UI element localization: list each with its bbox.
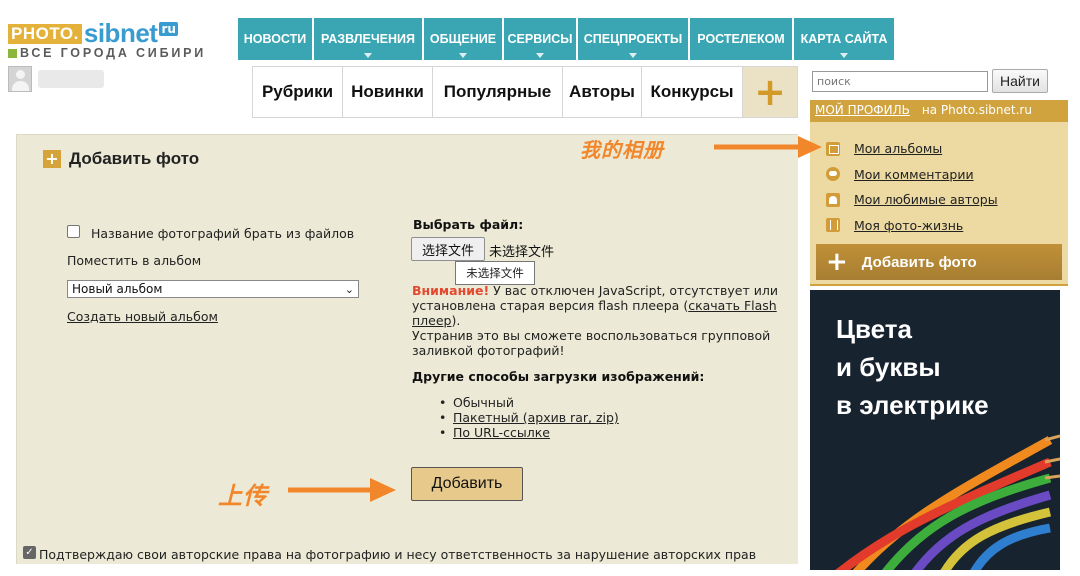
method-label: Пакетный (архив rar, zip) [453, 410, 619, 425]
filename-checkbox[interactable] [67, 225, 80, 238]
profile-item-comments[interactable]: Мои комментарии [826, 162, 998, 188]
chevron-down-icon [459, 53, 467, 58]
top-nav-item-entertainment[interactable]: РАЗВЛЕЧЕНИЯ [314, 18, 422, 60]
profile-panel: Мои альбомы Мои комментарии Мои любимые … [810, 122, 1068, 286]
profile-domain: на Photo.sibnet.ru [921, 103, 1032, 117]
add-plus-button[interactable]: + [742, 66, 798, 118]
add-photo-panel: + Добавить фото Название фотографий брат… [16, 134, 798, 564]
profile-item-label: Мои альбомы [854, 141, 943, 157]
chevron-down-icon: ⌄ [344, 283, 354, 296]
filename-checkbox-label: Название фотографий брать из файлов [91, 226, 355, 241]
choose-file-button[interactable]: 选择文件 [411, 237, 485, 261]
favorite-authors-icon [826, 192, 840, 207]
page-title-text: Добавить фото [69, 149, 200, 168]
user-torso-icon [12, 81, 29, 91]
sub-nav-item-popular[interactable]: Популярные [432, 66, 562, 118]
profile-menu: Мои альбомы Мои комментарии Мои любимые … [826, 136, 998, 238]
avatar[interactable] [8, 66, 32, 92]
file-label: Выбрать файл: [413, 217, 524, 232]
top-nav-label: РОСТЕЛЕКОМ [697, 32, 785, 46]
logo-photo-text: PHOTO. [8, 24, 82, 44]
sidebar-add-photo-label: Добавить фото [861, 253, 977, 271]
method-batch-link[interactable]: Пакетный (архив rar, zip) [439, 410, 619, 425]
sub-nav-item-rubrics[interactable]: Рубрики [252, 66, 342, 118]
album-select[interactable]: Новый альбом ⌄ [67, 280, 359, 298]
rights-checkbox[interactable]: ✓ [23, 546, 36, 559]
other-methods-title: Другие способы загрузки изображений: [412, 369, 705, 384]
method-label: По URL-ссылке [453, 425, 550, 440]
search-input[interactable] [812, 71, 988, 92]
profile-item-label: Моя фото-жизнь [854, 217, 964, 233]
upload-methods-list: Обычный Пакетный (архив rar, zip) По URL… [439, 395, 619, 440]
plus-icon: + [826, 247, 848, 277]
annotation-arrow-icon [288, 478, 396, 502]
top-nav-label: ОБЩЕНИЕ [429, 32, 497, 46]
album-select-value: Новый альбом [72, 282, 163, 296]
profile-item-favorite-authors[interactable]: Мои любимые авторы [826, 187, 998, 213]
rights-checkbox-label: Подтверждаю свои авторские права на фото… [39, 547, 757, 562]
chevron-down-icon [536, 53, 544, 58]
plus-icon: + [43, 150, 61, 168]
profile-title-link[interactable]: МОЙ ПРОФИЛЬ [815, 103, 910, 117]
top-nav: НОВОСТИ РАЗВЛЕЧЕНИЯ ОБЩЕНИЕ СЕРВИСЫ СПЕЦ… [238, 18, 896, 60]
warning-strong: Внимание! [412, 283, 490, 298]
top-nav-label: НОВОСТИ [243, 32, 307, 46]
username-redacted [38, 70, 104, 88]
top-nav-item-services[interactable]: СЕРВИСЫ [504, 18, 576, 60]
chevron-down-icon [364, 53, 372, 58]
top-nav-label: СЕРВИСЫ [507, 32, 573, 46]
site-logo[interactable]: PHOTO. sibnet ru ВСЕ ГОРОДА СИБИРИ [8, 18, 228, 62]
annotation-albums-label: 我的相册 [580, 138, 664, 162]
file-status: 未选择文件 [489, 245, 555, 260]
cable-wires-image [835, 434, 1060, 570]
profile-item-photo-life[interactable]: Моя фото-жизнь [826, 213, 998, 239]
user-head-icon [16, 70, 25, 79]
file-tooltip: 未选择文件 [455, 261, 535, 285]
top-nav-item-social[interactable]: ОБЩЕНИЕ [424, 18, 502, 60]
chevron-down-icon [840, 53, 848, 58]
page-title: + Добавить фото [43, 149, 199, 169]
create-album-link[interactable]: Создать новый альбом [67, 309, 218, 324]
warning-text-3: Устранив это вы сможете воспользоваться … [412, 328, 771, 358]
add-button[interactable]: Добавить [411, 467, 523, 501]
method-url-link[interactable]: По URL-ссылке [439, 425, 619, 440]
top-nav-label: СПЕЦПРОЕКТЫ [583, 32, 683, 46]
profile-item-albums[interactable]: Мои альбомы [826, 136, 998, 162]
sidebar-add-photo-button[interactable]: + Добавить фото [816, 244, 1062, 280]
top-nav-label: КАРТА САЙТА [800, 32, 888, 46]
photo-life-icon [826, 218, 840, 233]
album-label: Поместить в альбом [67, 253, 202, 268]
profile-header: МОЙ ПРОФИЛЬ на Photo.sibnet.ru [810, 100, 1068, 122]
comment-icon [826, 167, 840, 182]
warning-text-2: ). [451, 313, 461, 328]
top-nav-item-rostelecom[interactable]: РОСТЕЛЕКОМ [690, 18, 792, 60]
javascript-warning: Внимание! У вас отключен JavaScript, отс… [412, 283, 784, 358]
sub-nav: Рубрики Новинки Популярные Авторы Конкур… [252, 66, 798, 118]
annotation-upload-label: 上传 [218, 482, 268, 510]
profile-item-label: Мои любимые авторы [854, 192, 998, 208]
search-button[interactable]: Найти [992, 69, 1048, 93]
album-icon [826, 141, 840, 156]
logo-tld-text: ru [159, 22, 178, 36]
top-nav-label: РАЗВЛЕЧЕНИЯ [320, 32, 416, 46]
top-nav-item-special-projects[interactable]: СПЕЦПРОЕКТЫ [578, 18, 688, 60]
top-nav-item-sitemap[interactable]: КАРТА САЙТА [794, 18, 894, 60]
ad-banner[interactable]: Цвета и буквы в электрике [810, 290, 1060, 570]
sub-nav-item-new[interactable]: Новинки [342, 66, 432, 118]
profile-item-label: Мои комментарии [854, 166, 974, 182]
logo-square-icon [8, 48, 17, 58]
method-label: Обычный [453, 395, 514, 410]
annotation-arrow-icon [714, 136, 822, 158]
method-regular: Обычный [439, 395, 619, 410]
logo-tagline: ВСЕ ГОРОДА СИБИРИ [20, 46, 207, 60]
logo-brand-text: sibnet [83, 18, 158, 48]
sub-nav-item-contests[interactable]: Конкурсы [641, 66, 742, 118]
sub-nav-item-authors[interactable]: Авторы [562, 66, 641, 118]
top-nav-item-news[interactable]: НОВОСТИ [238, 18, 312, 60]
chevron-down-icon [629, 53, 637, 58]
